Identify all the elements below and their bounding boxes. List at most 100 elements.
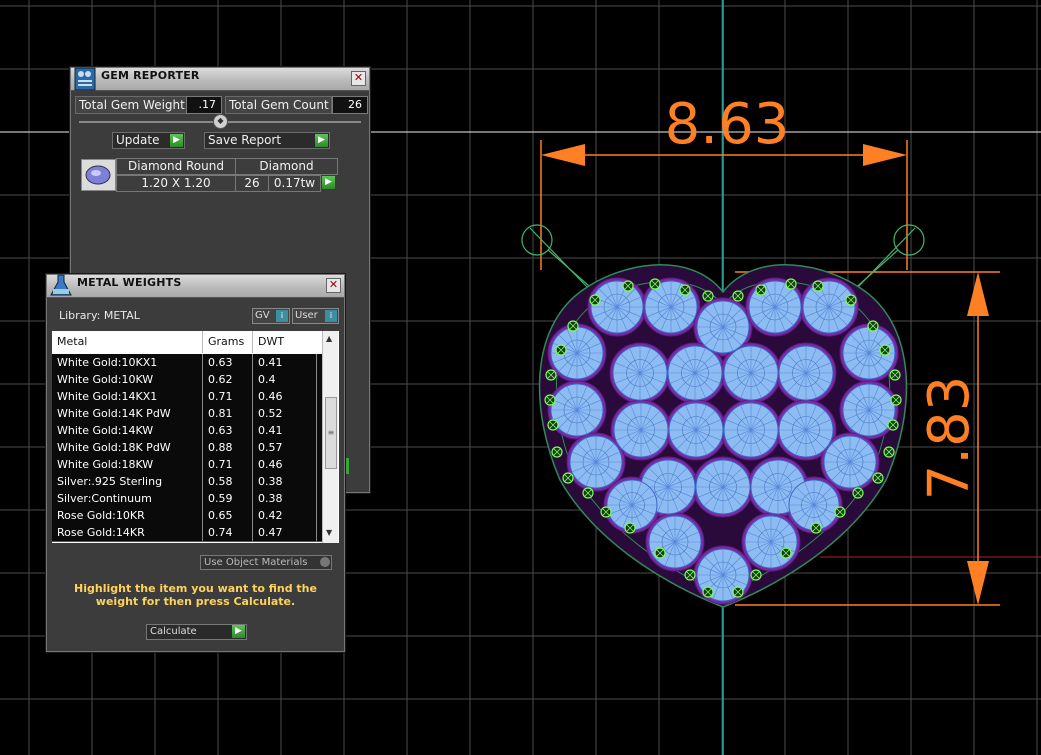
- cell-grams: 0.63: [203, 354, 253, 371]
- table-row[interactable]: White Gold:18K PdW 0.88 0.57: [52, 439, 322, 457]
- column-header-metal[interactable]: Metal: [52, 331, 203, 353]
- gem-count-cell: 26: [235, 175, 269, 192]
- cell-grams: 0.59: [203, 490, 253, 507]
- scroll-down-icon[interactable]: ▼: [326, 528, 332, 537]
- width-dimension-label: 8.63: [665, 92, 790, 157]
- table-row[interactable]: White Gold:10KW 0.62 0.4: [52, 371, 322, 389]
- gem-thumbnail[interactable]: [81, 159, 116, 191]
- gv-label: GV: [255, 310, 270, 321]
- gem-material-cell: Diamond: [235, 158, 338, 175]
- cell-grams: 0.81: [203, 405, 253, 422]
- report-icon: [74, 67, 96, 91]
- scroll-up-icon[interactable]: ▲: [326, 334, 332, 343]
- height-dimension-label: 7.83: [917, 376, 982, 501]
- column-header-dwt[interactable]: DWT: [253, 331, 323, 353]
- arrow-down-icon: [967, 561, 989, 605]
- total-gem-count-value: 26: [332, 96, 368, 114]
- total-gem-weight-label: Total Gem Weight: [75, 96, 187, 114]
- gv-toggle[interactable]: GV i: [252, 308, 290, 324]
- cell-dwt: 0.47: [253, 524, 317, 541]
- save-report-button-label: Save Report: [208, 133, 282, 147]
- metal-table[interactable]: Metal Grams DWT White Gold:10KX1 0.63 0.41…: [52, 331, 339, 543]
- gem-shape-cell: Diamond Round: [116, 158, 236, 175]
- metal-weights-title: METAL WEIGHTS: [77, 276, 182, 289]
- close-icon[interactable]: ✕: [326, 278, 341, 293]
- table-row[interactable]: Rose Gold:10KR 0.65 0.42: [52, 507, 322, 525]
- cell-metal: White Gold:10KW: [52, 371, 203, 388]
- table-row[interactable]: White Gold:14K PdW 0.81 0.52: [52, 405, 322, 423]
- cell-grams: 0.63: [203, 422, 253, 439]
- cell-dwt: 0.57: [253, 439, 317, 456]
- cell-grams: 0.74: [203, 524, 253, 541]
- arrow-up-icon: [967, 272, 989, 316]
- cell-grams: 0.88: [203, 439, 253, 456]
- cell-dwt: 0.46: [253, 456, 317, 473]
- total-gem-weight-value: .17: [186, 96, 222, 114]
- cell-dwt: 0.52: [253, 405, 317, 422]
- info-icon: i: [325, 310, 337, 322]
- cell-dwt: 0.42: [253, 507, 317, 524]
- cell-metal: White Gold:14KW: [52, 422, 203, 439]
- cell-grams: 0.58: [203, 473, 253, 490]
- flask-icon: [50, 274, 72, 296]
- column-header-grams[interactable]: Grams: [203, 331, 253, 353]
- cell-metal: White Gold:18KW: [52, 456, 203, 473]
- use-object-materials-label: Use Object Materials: [204, 557, 308, 568]
- gem-size-cell: 1.20 X 1.20: [116, 175, 236, 192]
- cell-metal: Silver:.925 Sterling: [52, 473, 203, 490]
- cell-metal: White Gold:18K PdW: [52, 439, 203, 456]
- update-button[interactable]: Update ▶: [112, 132, 185, 149]
- save-report-button[interactable]: Save Report ▶: [204, 132, 330, 149]
- cell-metal: Rose Gold:10KR: [52, 507, 203, 524]
- cell-metal: Silver:Continuum: [52, 490, 203, 507]
- cell-dwt: 0.4: [253, 371, 317, 388]
- calculate-button-label: Calculate: [150, 626, 197, 637]
- cell-grams: 0.71: [203, 388, 253, 405]
- info-icon: i: [276, 310, 288, 322]
- table-row[interactable]: White Gold:14KW 0.63 0.41: [52, 422, 322, 440]
- close-icon[interactable]: ✕: [351, 71, 366, 86]
- user-label: User: [295, 310, 318, 321]
- arrow-right-icon: [863, 144, 907, 166]
- cell-metal: Rose Gold:14KR: [52, 524, 203, 541]
- gem-weight-cell: 0.17tw: [268, 175, 321, 192]
- library-label: Library: METAL: [59, 309, 140, 322]
- slider-handle[interactable]: ◆: [213, 114, 228, 129]
- toggle-icon: [320, 557, 330, 567]
- play-icon: ▶: [170, 134, 183, 147]
- gem-reporter-title-bar[interactable]: GEM REPORTER ✕: [71, 67, 369, 91]
- total-gem-count-label: Total Gem Count: [225, 96, 332, 114]
- table-row[interactable]: White Gold:10KX1 0.63 0.41: [52, 354, 322, 372]
- metal-weights-panel[interactable]: METAL WEIGHTS ✕ Library: METAL GV i User…: [46, 274, 345, 652]
- play-icon: ▶: [232, 625, 245, 638]
- round-diamond-icon: [85, 165, 111, 185]
- play-icon: ▶: [315, 134, 328, 147]
- cell-metal: White Gold:14KX1: [52, 388, 203, 405]
- gem-reporter-title: GEM REPORTER: [101, 69, 200, 82]
- instruction-text: Highlight the item you want to find the …: [74, 582, 317, 608]
- cell-dwt: 0.41: [253, 354, 317, 371]
- metal-weights-title-bar[interactable]: METAL WEIGHTS ✕: [47, 274, 344, 298]
- cell-metal: White Gold:10KX1: [52, 354, 203, 371]
- scroll-thumb[interactable]: ≡: [325, 397, 337, 469]
- cell-metal: White Gold:14K PdW: [52, 405, 203, 422]
- cell-grams: 0.65: [203, 507, 253, 524]
- arrow-left-icon: [541, 144, 585, 166]
- table-row[interactable]: White Gold:14KX1 0.71 0.46: [52, 388, 322, 406]
- gem-row-play-icon[interactable]: ▶: [322, 176, 335, 189]
- cell-grams: 0.71: [203, 456, 253, 473]
- calculate-button[interactable]: Calculate ▶: [146, 624, 247, 640]
- table-row[interactable]: Rose Gold:14KR 0.74 0.47: [52, 524, 322, 542]
- update-button-label: Update: [116, 133, 160, 147]
- user-toggle[interactable]: User i: [292, 308, 339, 324]
- cell-dwt: 0.41: [253, 422, 317, 439]
- use-object-materials-toggle[interactable]: Use Object Materials: [200, 555, 332, 570]
- table-row[interactable]: White Gold:18KW 0.71 0.46: [52, 456, 322, 474]
- cell-grams: 0.62: [203, 371, 253, 388]
- cell-dwt: 0.38: [253, 473, 317, 490]
- table-row[interactable]: Silver:Continuum 0.59 0.38: [52, 490, 322, 508]
- table-scrollbar[interactable]: ▲ ≡ ▼: [322, 331, 338, 543]
- cell-dwt: 0.38: [253, 490, 317, 507]
- cell-dwt: 0.46: [253, 388, 317, 405]
- table-row[interactable]: Silver:.925 Sterling 0.58 0.38: [52, 473, 322, 491]
